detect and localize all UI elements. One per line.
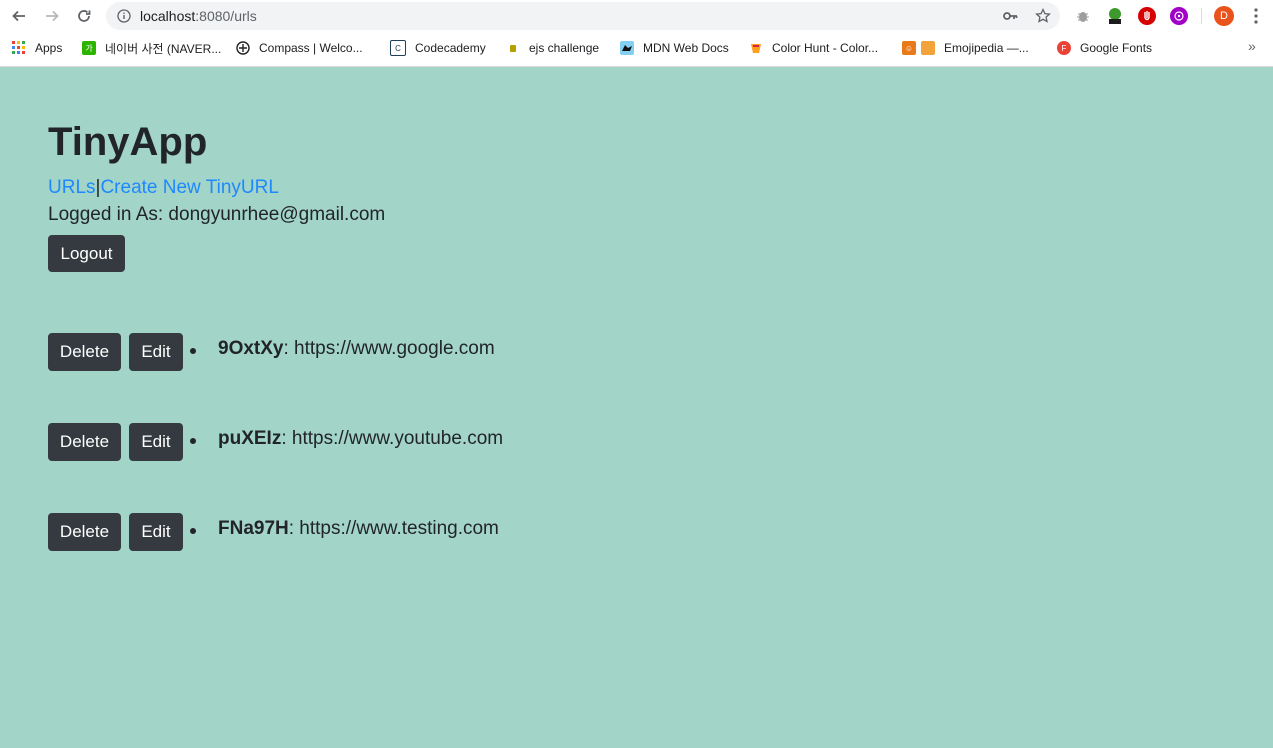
url-entry: puXEIz: https://www.youtube.com <box>218 427 503 451</box>
bookmark-label: MDN Web Docs <box>643 41 729 55</box>
naver-dictionary-icon: 가 <box>82 41 96 55</box>
color-hunt-icon <box>749 41 763 55</box>
long-url: : https://www.youtube.com <box>281 428 504 449</box>
book-icon <box>921 41 935 55</box>
toolbar-divider <box>1201 8 1202 24</box>
adblock-extension-icon[interactable] <box>1138 7 1156 25</box>
browser-toolbar: localhost:8080/urls D <box>0 0 1273 33</box>
reload-icon <box>78 10 91 22</box>
browser-chrome: localhost:8080/urls D Apps 가 네이버 사전 (NAV… <box>0 0 1273 67</box>
short-url: puXEIz <box>218 428 282 449</box>
address-bar[interactable]: localhost:8080/urls <box>106 2 1060 30</box>
profile-avatar[interactable]: D <box>1214 6 1234 26</box>
bookmark-label: Color Hunt - Color... <box>772 41 879 55</box>
long-url: : https://www.testing.com <box>288 518 499 539</box>
bookmark-label: ejs challenge <box>529 41 600 55</box>
url-entry: 9OxtXy: https://www.google.com <box>218 337 495 361</box>
list-bullet <box>190 528 196 534</box>
edit-button[interactable]: Edit <box>129 423 183 461</box>
url-list-item: Delete Edit FNa97H: https://www.testing.… <box>48 513 748 551</box>
bookmark-color-hunt[interactable]: Color Hunt - Color... <box>749 39 878 57</box>
forward-button[interactable] <box>41 5 63 27</box>
reload-button[interactable] <box>73 5 95 27</box>
info-icon[interactable] <box>117 9 131 23</box>
bookmark-compass[interactable]: Compass | Welco... <box>236 39 363 57</box>
mdn-icon <box>620 41 634 55</box>
bookmark-label: Apps <box>35 41 63 55</box>
bookmark-naver[interactable]: 가 네이버 사전 (NAVER... <box>82 39 221 57</box>
bookmark-label: Emojipedia —... <box>944 41 1029 55</box>
main-nav: URLs|Create New TinyURL <box>48 176 279 200</box>
bookmarks-bar: Apps 가 네이버 사전 (NAVER... Compass | Welco.… <box>0 36 1273 60</box>
back-arrow-icon <box>12 10 25 22</box>
delete-button[interactable]: Delete <box>48 423 121 461</box>
url-entry: FNa97H: https://www.testing.com <box>218 517 499 541</box>
ejs-icon <box>506 41 520 55</box>
short-url: 9OxtXy <box>218 338 284 359</box>
short-url: FNa97H <box>218 518 289 539</box>
bookmark-label: Codecademy <box>415 41 486 55</box>
key-icon[interactable] <box>1002 8 1018 24</box>
codecademy-icon: C <box>390 40 406 56</box>
bug-extension-icon[interactable] <box>1074 7 1092 25</box>
menu-kebab-icon[interactable] <box>1250 7 1262 25</box>
back-button[interactable] <box>8 5 30 27</box>
address-url[interactable]: localhost:8080/urls <box>140 8 257 24</box>
bookmarks-overflow-chevron-icon[interactable]: » <box>1248 38 1256 54</box>
bookmark-mdn[interactable]: MDN Web Docs <box>620 39 729 57</box>
urls-link[interactable]: URLs <box>48 177 96 198</box>
logged-in-status: Logged in As: dongyunrhee@gmail.com <box>48 204 386 225</box>
url-host: localhost <box>140 8 196 24</box>
edit-button[interactable]: Edit <box>129 513 183 551</box>
bookmark-apps[interactable]: Apps <box>12 39 62 57</box>
list-bullet <box>190 438 196 444</box>
forward-arrow-icon <box>46 10 59 22</box>
bookmark-codecademy[interactable]: C Codecademy <box>390 39 486 57</box>
long-url: : https://www.google.com <box>283 338 495 359</box>
html-tree-extension-icon[interactable] <box>1106 7 1124 25</box>
edit-button[interactable]: Edit <box>129 333 183 371</box>
bookmark-label: 네이버 사전 (NAVER... <box>105 41 222 56</box>
page-title: TinyApp <box>48 120 208 164</box>
compass-icon <box>236 41 250 55</box>
google-fonts-icon: F <box>1057 41 1071 55</box>
bookmark-ejs[interactable]: ejs challenge <box>506 39 599 57</box>
bookmark-label: Google Fonts <box>1080 41 1153 55</box>
emojipedia-icon: ☺ <box>902 41 916 55</box>
color-picker-extension-icon[interactable] <box>1170 7 1188 25</box>
bookmark-google-fonts[interactable]: F Google Fonts <box>1057 39 1152 57</box>
delete-button[interactable]: Delete <box>48 333 121 371</box>
bookmark-label: Compass | Welco... <box>259 41 363 55</box>
url-list-item: Delete Edit puXEIz: https://www.youtube.… <box>48 423 748 461</box>
star-icon[interactable] <box>1035 8 1051 24</box>
url-list-item: Delete Edit 9OxtXy: https://www.google.c… <box>48 333 748 371</box>
url-path: :8080/urls <box>195 8 257 24</box>
bookmark-emojipedia[interactable]: ☺ Emojipedia —... <box>902 39 1029 57</box>
logout-button[interactable]: Logout <box>48 235 125 272</box>
create-new-tinyurl-link[interactable]: Create New TinyURL <box>100 177 278 198</box>
list-bullet <box>190 348 196 354</box>
apps-grid-icon <box>12 41 26 55</box>
delete-button[interactable]: Delete <box>48 513 121 551</box>
